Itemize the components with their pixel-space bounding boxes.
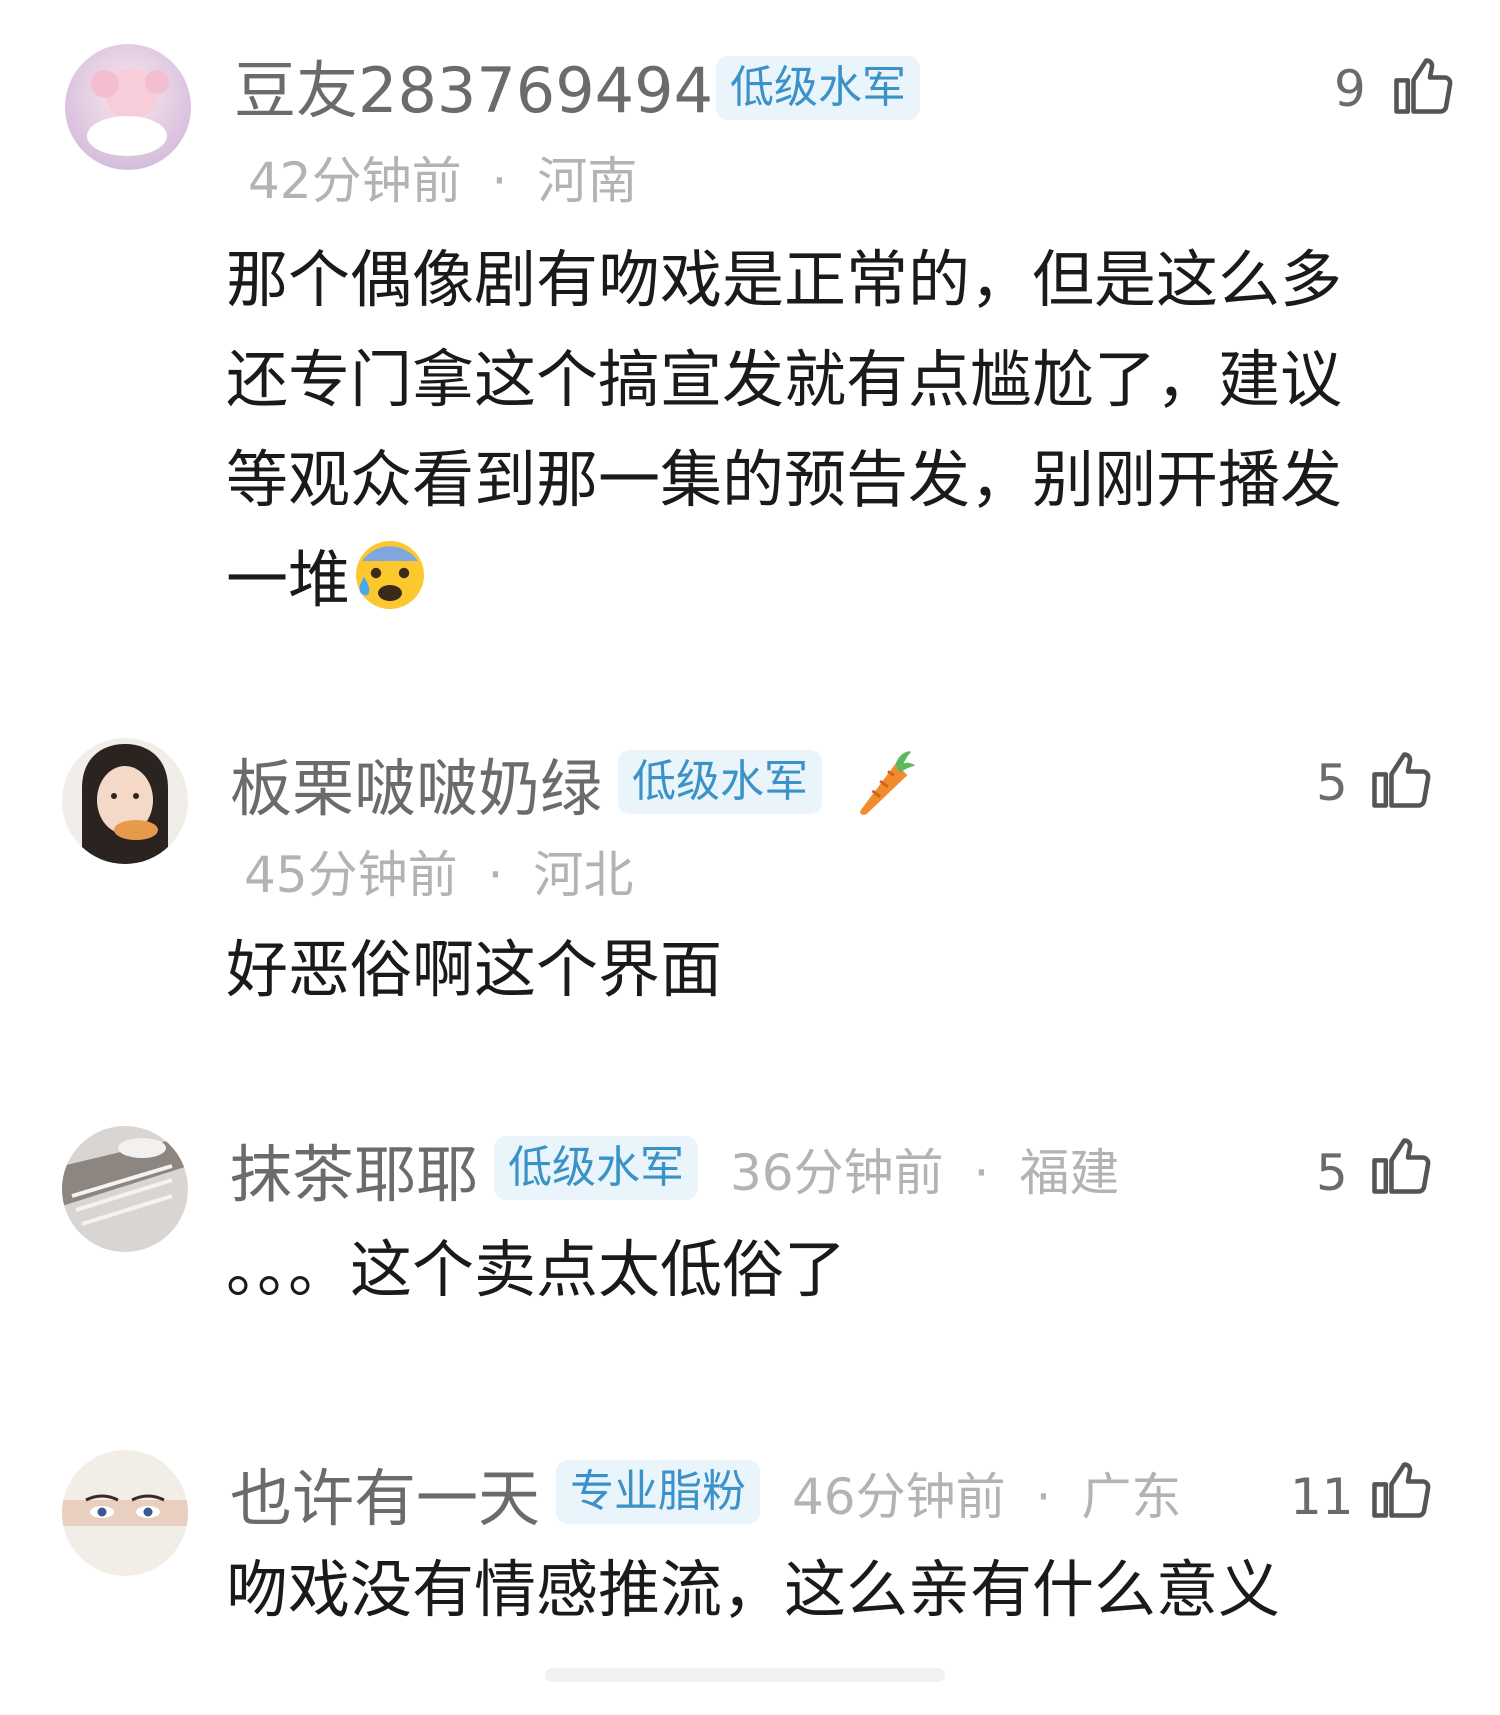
user-badge: 低级水军 — [494, 1136, 698, 1200]
like-count: 5 — [1316, 1144, 1348, 1202]
username[interactable]: 也许有一天 — [230, 1468, 540, 1530]
user-badge: 低级水军 — [618, 750, 822, 814]
comment-time: 36分钟前 — [730, 1144, 944, 1202]
meta-separator: · — [491, 152, 508, 210]
meta-separator: · — [973, 1144, 990, 1202]
comment-meta: 45分钟前 · 河北 — [244, 850, 633, 900]
thumbs-up-icon[interactable] — [1366, 1456, 1434, 1524]
comment-text-line: 还专门拿这个搞宣发就有点尴尬了，建议 — [226, 343, 1343, 416]
comment-item: 板栗啵啵奶绿 低级水军 45分钟前 · 河北 5 好恶俗啊这个界面 — [0, 680, 1500, 1060]
like-count: 11 — [1290, 1468, 1354, 1526]
carrot-icon — [852, 748, 916, 818]
comment-meta: 46分钟前 · 广东 — [792, 1472, 1181, 1522]
avatar-image — [62, 1126, 188, 1252]
username[interactable]: 豆友283769494 — [234, 60, 713, 122]
comment-text: 那个偶像剧有吻戏是正常的，但是这么多 还专门拿这个搞宣发就有点尴尬了，建议 等观… — [226, 230, 1456, 630]
comment-item: 豆友283769494 低级水军 42分钟前 · 河南 9 那个偶像剧有吻戏是正… — [0, 0, 1500, 680]
like-count: 9 — [1334, 60, 1366, 118]
thumbs-up-icon[interactable] — [1388, 52, 1456, 120]
username[interactable]: 板栗啵啵奶绿 — [230, 758, 602, 820]
avatar-image — [62, 1450, 188, 1576]
avatar-image — [62, 738, 188, 864]
user-badge: 专业脂粉 — [556, 1460, 760, 1524]
comment-item: 抹茶耶耶 低级水军 36分钟前 · 福建 5 。。。这个卖点太低俗了 — [0, 1060, 1500, 1380]
meta-separator: · — [487, 846, 504, 904]
comment-text: 好恶俗啊这个界面 — [226, 933, 723, 1006]
avatar[interactable] — [62, 1126, 188, 1252]
comment-meta: 36分钟前 · 福建 — [730, 1148, 1119, 1198]
avatar[interactable] — [62, 738, 188, 864]
comment-text-line: 一堆 — [226, 543, 351, 616]
comment-item: 也许有一天 专业脂粉 46分钟前 · 广东 11 吻戏没有情感推流，这么亲有什么… — [0, 1380, 1500, 1680]
comment-location: 广东 — [1081, 1468, 1182, 1526]
avatar[interactable] — [65, 44, 191, 170]
user-badge: 低级水军 — [716, 56, 920, 120]
avatar-image — [65, 44, 191, 170]
comment-time: 45分钟前 — [244, 846, 458, 904]
thumbs-up-icon[interactable] — [1366, 746, 1434, 814]
username[interactable]: 抹茶耶耶 — [230, 1144, 478, 1206]
comment-text: 吻戏没有情感推流，这么亲有什么意义 — [226, 1553, 1281, 1626]
thumbs-up-icon[interactable] — [1366, 1132, 1434, 1200]
anxious-sweat-face-icon — [350, 533, 430, 613]
comment-time: 46分钟前 — [792, 1468, 1006, 1526]
meta-separator: · — [1035, 1468, 1052, 1526]
comment-text-line: 等观众看到那一集的预告发，别刚开播发 — [226, 443, 1343, 516]
comment-location: 河北 — [533, 846, 634, 904]
like-count: 5 — [1316, 754, 1348, 812]
comment-time: 42分钟前 — [248, 152, 462, 210]
comment-text-line: 那个偶像剧有吻戏是正常的，但是这么多 — [226, 243, 1343, 316]
comment-location: 河南 — [537, 152, 638, 210]
comment-location: 福建 — [1019, 1144, 1120, 1202]
comment-meta: 42分钟前 · 河南 — [248, 156, 637, 206]
avatar[interactable] — [62, 1450, 188, 1576]
comment-text: 。。。这个卖点太低俗了 — [226, 1233, 847, 1306]
scroll-indicator — [545, 1668, 945, 1682]
